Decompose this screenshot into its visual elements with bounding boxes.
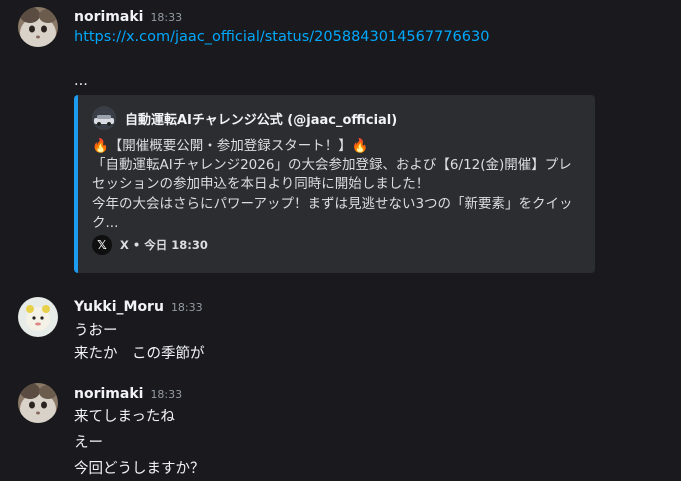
embed-author-name[interactable]: 自動運転AIチャレンジ公式 (@jaac_official)	[125, 109, 397, 128]
link-embed: 自動運転AIチャレンジ公式 (@jaac_official) 🔥【開催概要公開・…	[74, 95, 595, 273]
user-avatar[interactable]	[18, 7, 58, 47]
timestamp[interactable]: 18:33	[150, 11, 182, 24]
message-header: norimaki 18:33	[74, 386, 182, 402]
username[interactable]: norimaki	[74, 386, 143, 402]
embed-line: 🔥【開催概要公開・参加登録スタート！】🔥	[92, 138, 369, 154]
message-text: えー	[74, 435, 103, 451]
message-text: 来たか この季節が	[74, 346, 205, 362]
message-text: 来てしまったね	[74, 409, 175, 425]
user-avatar[interactable]	[18, 383, 58, 423]
timestamp[interactable]: 18:33	[171, 301, 203, 314]
embed-line: 今年の大会はさらにパワーアップ！まずは見逃せない3つの「新要素」をクイッ	[92, 195, 573, 212]
message-text: ...	[74, 73, 88, 89]
x-logo-icon: 𝕏	[92, 235, 112, 255]
embed-line: ク...	[92, 214, 119, 231]
username[interactable]: norimaki	[74, 9, 143, 25]
message-header: norimaki 18:33	[74, 9, 182, 25]
embed-line: 「自動運転AIチャレンジ2026」の大会参加登録、および【6/12(金)開催】プ…	[92, 157, 572, 174]
embed-description: 🔥【開催概要公開・参加登録スタート！】🔥 「自動運転AIチャレンジ2026」の大…	[92, 137, 592, 233]
embed-line: セッションの参加申込を本日より同時に開始しました！	[92, 176, 430, 193]
message-link[interactable]: https://x.com/jaac_official/status/20588…	[74, 29, 489, 45]
chat-messages: norimaki 18:33 https://x.com/jaac_offici…	[0, 0, 681, 481]
embed-author[interactable]: 自動運転AIチャレンジ公式 (@jaac_official)	[92, 106, 397, 130]
message-text: うおー	[74, 323, 118, 339]
message-text: 今回どうしますか？	[74, 461, 205, 477]
username[interactable]: Yukki_Moru	[74, 299, 164, 315]
user-avatar[interactable]	[18, 297, 58, 337]
embed-footer-text: X • 今日 18:30	[120, 238, 208, 252]
embed-footer: 𝕏 X • 今日 18:30	[92, 235, 208, 255]
embed-author-avatar	[92, 106, 116, 130]
message-header: Yukki_Moru 18:33	[74, 299, 203, 315]
timestamp[interactable]: 18:33	[150, 388, 182, 401]
